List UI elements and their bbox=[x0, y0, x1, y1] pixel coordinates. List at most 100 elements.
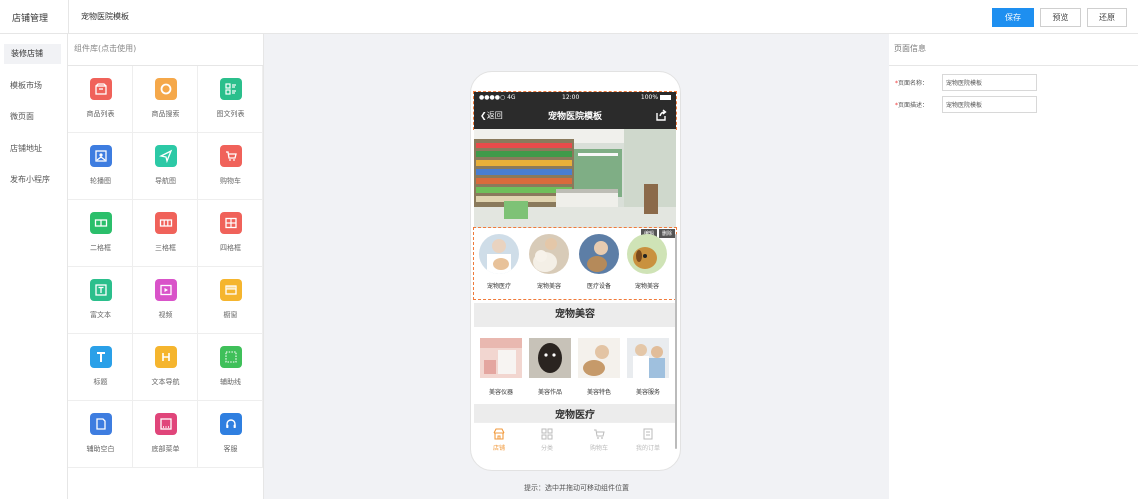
component-text-nav[interactable]: 文本导航 bbox=[133, 334, 198, 401]
component-label: 二格框 bbox=[90, 244, 111, 252]
category-row[interactable]: 编辑 删除 宠物医疗 宠物美容 医疗设备 宠物美容 bbox=[473, 227, 677, 300]
headset-icon bbox=[220, 413, 242, 435]
tab-cart[interactable]: 购物车 bbox=[579, 427, 619, 452]
share-icon[interactable] bbox=[655, 109, 667, 121]
page-name-label: *页面名称： bbox=[895, 78, 943, 87]
tab-category[interactable]: 分类 bbox=[527, 427, 567, 452]
component-two-grid[interactable]: 二格框 bbox=[68, 200, 133, 267]
component-label: 四格框 bbox=[220, 244, 241, 252]
tab-orders[interactable]: 我的订单 bbox=[628, 427, 668, 452]
component-blank[interactable]: 辅助空白 bbox=[68, 401, 133, 468]
component-rich-text[interactable]: 富文本 bbox=[68, 267, 133, 334]
preview-button[interactable]: 预览 bbox=[1040, 8, 1081, 27]
save-button[interactable]: 保存 bbox=[992, 8, 1034, 27]
sidebar-item-store-address[interactable]: 店铺地址 bbox=[10, 143, 42, 154]
sidebar-item-publish-miniprogram[interactable]: 发布小程序 bbox=[10, 174, 50, 185]
category-icon bbox=[541, 428, 553, 440]
search-circle-icon bbox=[155, 78, 177, 100]
component-three-grid[interactable]: 三格框 bbox=[133, 200, 198, 267]
component-guide-line[interactable]: 辅助线 bbox=[198, 334, 263, 401]
top-bar: 店铺管理 宠物医院模板 保存 预览 还原 bbox=[0, 0, 1138, 34]
product-image-grooming-device[interactable] bbox=[480, 338, 522, 378]
product-label: 美容仪器 bbox=[488, 389, 513, 396]
tab-label: 店铺 bbox=[492, 445, 505, 452]
delete-button[interactable]: 删除 bbox=[658, 229, 675, 238]
component-label: 购物车 bbox=[220, 177, 241, 185]
video-icon bbox=[155, 279, 177, 301]
category-label: 宠物美容 bbox=[634, 283, 659, 290]
left-sidebar: 装修店铺 模板市场 微页面 店铺地址 发布小程序 bbox=[0, 34, 68, 499]
orders-icon bbox=[643, 428, 653, 440]
component-video[interactable]: 视频 bbox=[133, 267, 198, 334]
three-grid-icon bbox=[155, 212, 177, 234]
page-desc-label: *页面描述： bbox=[895, 100, 943, 109]
page-name-label-text: 页面名称： bbox=[898, 80, 929, 87]
tab-label: 我的订单 bbox=[635, 445, 660, 452]
restore-button[interactable]: 还原 bbox=[1087, 8, 1127, 27]
sidebar-item-decorate-store[interactable]: 装修店铺 bbox=[4, 44, 61, 64]
product-image-grooming-feature[interactable] bbox=[578, 338, 620, 378]
component-label: 橱窗 bbox=[223, 311, 238, 319]
component-nav-image[interactable]: 导航图 bbox=[133, 133, 198, 200]
page-info-header: 页面信息 bbox=[889, 34, 1138, 66]
category-image-equipment[interactable] bbox=[579, 234, 619, 274]
component-customer-service[interactable]: 客服 bbox=[198, 401, 263, 468]
guide-line-icon bbox=[220, 346, 242, 368]
cart-icon bbox=[594, 429, 605, 439]
component-cart[interactable]: 购物车 bbox=[198, 133, 263, 200]
page-desc-input[interactable] bbox=[942, 96, 1037, 113]
status-battery-text: 100% bbox=[640, 94, 659, 101]
phone-header[interactable]: ●●●●○ 4G 12:00 100% ❮返回 宠物医院模板 bbox=[473, 91, 677, 130]
banner-image[interactable] bbox=[474, 129, 676, 228]
phone-scrollbar[interactable] bbox=[675, 234, 677, 449]
bottom-menu-icon bbox=[155, 413, 177, 435]
page-name-tab[interactable]: 宠物医院模板 bbox=[68, 0, 129, 34]
status-battery: 100% bbox=[641, 94, 671, 101]
two-grid-icon bbox=[90, 212, 112, 234]
showcase-icon bbox=[220, 279, 242, 301]
page-name-input[interactable] bbox=[942, 74, 1037, 91]
category-image-medical[interactable] bbox=[479, 234, 519, 274]
section-title-grooming: 宠物美容 bbox=[474, 303, 676, 327]
sidebar-item-micro-page[interactable]: 微页面 bbox=[10, 111, 34, 122]
category-image-grooming-2[interactable] bbox=[627, 234, 667, 274]
category-image-grooming[interactable] bbox=[529, 234, 569, 274]
component-image-text-list[interactable]: 图文列表 bbox=[198, 66, 263, 133]
store-icon bbox=[493, 428, 505, 440]
component-product-list[interactable]: 商品列表 bbox=[68, 66, 133, 133]
component-four-grid[interactable]: 四格框 bbox=[198, 200, 263, 267]
blank-icon bbox=[90, 413, 112, 435]
component-carousel[interactable]: 轮播图 bbox=[68, 133, 133, 200]
product-label: 美容作品 bbox=[537, 389, 562, 396]
canvas-hint: 提示：选中并拖动可移动组件位置 bbox=[524, 484, 629, 492]
cart-icon bbox=[220, 145, 242, 167]
component-showcase[interactable]: 橱窗 bbox=[198, 267, 263, 334]
component-label: 轮播图 bbox=[90, 177, 111, 185]
phone-tab-bar: 店铺 分类 购物车 我的订单 bbox=[474, 422, 676, 458]
product-image-grooming-service[interactable] bbox=[627, 338, 669, 378]
component-label: 辅助线 bbox=[220, 378, 241, 386]
title-icon bbox=[90, 346, 112, 368]
status-signal: ●●●●○ 4G bbox=[479, 94, 516, 101]
component-library-header: 组件库(点击使用) bbox=[68, 34, 263, 66]
sidebar-item-template-market[interactable]: 模板市场 bbox=[10, 80, 42, 91]
component-label: 商品搜索 bbox=[151, 110, 180, 118]
product-label: 美容服务 bbox=[635, 389, 660, 396]
tab-store[interactable]: 店铺 bbox=[479, 427, 519, 452]
component-product-search[interactable]: 商品搜索 bbox=[133, 66, 198, 133]
component-label: 三格框 bbox=[155, 244, 176, 252]
component-title[interactable]: 标题 bbox=[68, 334, 133, 401]
tab-label: 购物车 bbox=[589, 445, 608, 452]
app-root: 店铺管理 宠物医院模板 保存 预览 还原 装修店铺 模板市场 微页面 店铺地址 … bbox=[0, 0, 1138, 499]
component-label: 图文列表 bbox=[216, 110, 245, 118]
component-bottom-menu[interactable]: 底部菜单 bbox=[133, 401, 198, 468]
shop-box-icon bbox=[90, 78, 112, 100]
tab-label: 分类 bbox=[540, 445, 553, 452]
component-label: 文本导航 bbox=[151, 378, 180, 386]
component-label: 辅助空白 bbox=[86, 445, 115, 453]
component-label: 视频 bbox=[158, 311, 173, 319]
carousel-icon bbox=[90, 145, 112, 167]
product-image-grooming-work[interactable] bbox=[529, 338, 571, 378]
component-library-panel: 组件库(点击使用) 商品列表 商品搜索 图文列表 轮播图 导航图 购物车 二格框… bbox=[68, 34, 264, 499]
component-label: 底部菜单 bbox=[151, 445, 180, 453]
